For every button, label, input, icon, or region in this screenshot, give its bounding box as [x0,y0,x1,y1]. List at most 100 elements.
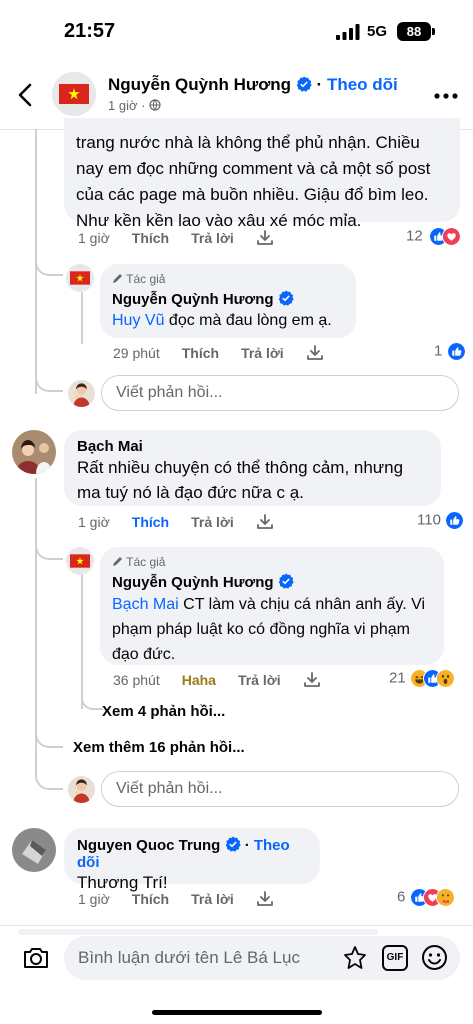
comment-time: 1 giờ [78,230,110,246]
page-name[interactable]: Nguyễn Quỳnh Hương [108,75,291,94]
thread-line [81,575,83,709]
reply-author: Nguyễn Quỳnh Hương [112,573,432,591]
reply-bubble: Tác giả Nguyễn Quỳnh Hương Bạch Mai CT l… [100,547,444,665]
gif-icon[interactable]: GIF [382,945,408,971]
post-time-text: 1 giờ · [108,98,146,113]
comment-actions: 1 giờ Thích Trả lời [78,514,274,530]
globe-icon [149,99,161,111]
verified-badge-icon [278,290,294,306]
post-time: 1 giờ · [108,98,161,113]
mention-link[interactable]: Huy Vũ [112,312,164,329]
page-avatar[interactable] [52,72,96,116]
verified-badge-icon [296,76,312,92]
author-tag-text: Tác giả [126,272,166,286]
more-options-icon[interactable] [434,93,458,99]
commenter-photo [12,828,56,872]
reply-button[interactable]: Trả lời [191,891,234,907]
user-avatar [68,380,95,407]
reaction-count: 12 [406,227,423,245]
comment-bubble: Bạch Mai Rất nhiều chuyện có thể thông c… [64,430,441,506]
share-icon[interactable] [256,891,274,907]
reply-actions: 36 phút Haha Trả lời [113,672,321,688]
see-replies-link[interactable]: Xem 4 phản hồi... [102,703,225,720]
share-icon[interactable] [256,230,274,246]
reaction-summary[interactable]: 1 [434,342,466,361]
battery-tip [432,28,435,35]
like-reaction-icon [445,511,465,530]
user-avatar-image [68,380,95,407]
author-tag: Tác giả [112,272,344,286]
reply-bubble: Tác giả Nguyễn Quỳnh Hương Huy Vũ đọc mà… [100,264,356,338]
comment-actions: 1 giờ Thích Trả lời [78,891,274,907]
care-reaction-icon [435,888,455,907]
reply-author-name[interactable]: Nguyễn Quỳnh Hương [112,574,274,591]
share-icon[interactable] [303,672,321,688]
comment-text: trang nước nhà là không thể phủ nhận. Ch… [76,133,431,230]
status-time: 21:57 [64,20,116,42]
reaction-summary[interactable]: 6 [397,888,455,907]
thread-line [81,292,83,344]
reaction-count: 21 [389,669,406,687]
reply-text: Huy Vũ đọc mà đau lòng em ạ. [112,309,344,333]
flag-icon [52,72,96,116]
battery-icon: 88 [397,22,431,41]
wow-reaction-icon [436,669,456,688]
commenter-avatar[interactable] [12,430,56,474]
pen-icon [113,274,122,283]
comment-time: 1 giờ [78,891,110,907]
signal-icon [336,24,360,40]
network-label: 5G [367,23,388,40]
comment-author-name[interactable]: Nguyen Quoc Trung [77,837,220,854]
comment-bubble: Nguyen Quoc Trung · Theo dõi Thương Trí! [64,828,320,892]
pen-icon [113,557,122,566]
reply-input[interactable]: Viết phản hồi... [101,771,459,807]
page-title: Nguyễn Quỳnh Hương · Theo dõi [108,75,398,95]
reaction-summary[interactable]: 110 [417,511,465,530]
reply-body: đọc mà đau lòng em ạ. [164,312,332,329]
reply-author: Nguyễn Quỳnh Hương [112,290,344,308]
author-avatar[interactable] [66,264,94,292]
back-arrow-icon[interactable] [16,82,36,108]
thread-connector [35,770,63,790]
mention-link[interactable]: Bạch Mai [112,596,179,613]
reaction-summary[interactable]: 12 [406,227,462,246]
thread-connector [35,536,63,560]
see-more-replies-link[interactable]: Xem thêm 16 phản hồi... [73,739,245,756]
reply-input[interactable]: Viết phản hồi... [101,375,459,411]
reaction-count: 110 [417,511,441,529]
share-icon[interactable] [256,514,274,530]
sticker-icon[interactable] [342,945,368,971]
like-button[interactable]: Thích [132,230,169,246]
home-indicator [152,1010,322,1015]
reply-button[interactable]: Trả lời [241,345,284,361]
like-button[interactable]: Thích [132,514,169,530]
follow-button[interactable]: Theo dõi [327,75,398,94]
thread-connector [81,690,103,710]
author-avatar[interactable] [66,547,94,575]
comment-author: Nguyen Quoc Trung · Theo dõi [77,836,307,871]
haha-button[interactable]: Haha [182,672,216,688]
commenter-avatar[interactable] [12,828,56,872]
comment-time: 1 giờ [78,514,110,530]
reply-button[interactable]: Trả lời [191,514,234,530]
reaction-count: 1 [434,342,443,360]
like-button[interactable]: Thích [182,345,219,361]
reply-text: Bạch Mai CT làm và chịu cá nhân anh ấy. … [112,592,432,667]
comment-author[interactable]: Bạch Mai [77,438,428,455]
reply-button[interactable]: Trả lời [191,230,234,246]
thread-connector [35,374,63,392]
next-comment-peek [18,929,378,935]
like-button[interactable]: Thích [132,891,169,907]
reply-button[interactable]: Trả lời [238,672,281,688]
reaction-count: 6 [397,888,406,906]
reaction-summary[interactable]: 21 [389,669,456,688]
author-tag: Tác giả [112,555,432,569]
comment-bubble: trang nước nhà là không thể phủ nhận. Ch… [64,118,460,230]
flag-icon [66,264,94,292]
emoji-icon[interactable] [421,944,448,971]
thread-connector [35,258,63,276]
camera-icon[interactable] [22,945,50,971]
reply-time: 36 phút [113,672,160,688]
reply-author-name[interactable]: Nguyễn Quỳnh Hương [112,291,274,308]
share-icon[interactable] [306,345,324,361]
